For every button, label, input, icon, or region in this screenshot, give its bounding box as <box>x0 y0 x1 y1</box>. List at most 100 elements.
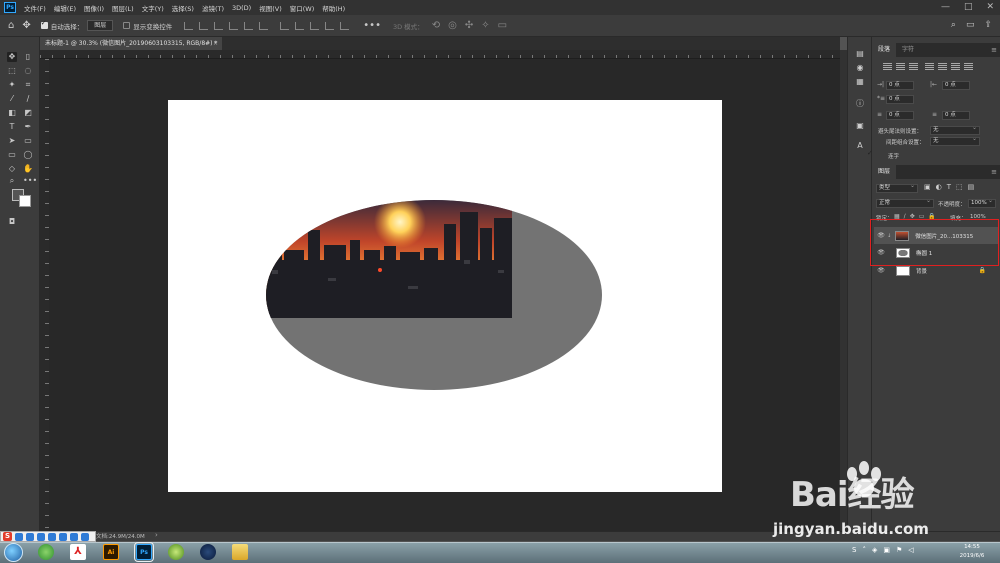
crop-tool-icon[interactable]: ⌗ <box>23 80 33 90</box>
menu-view[interactable]: 视图(V) <box>259 3 282 13</box>
menu-image[interactable]: 图像(I) <box>84 3 104 13</box>
indent-left-field[interactable]: 0 点 <box>886 81 914 90</box>
ime-mic-icon[interactable] <box>37 532 45 541</box>
tray-flag-icon[interactable]: ⚑ <box>896 546 902 554</box>
eraser-tool-icon[interactable]: ◧ <box>7 108 17 118</box>
visibility-eye-icon[interactable]: 👁 <box>876 267 886 274</box>
eyedropper-tool-icon[interactable]: ⁄ <box>7 94 17 104</box>
align-center-text-icon[interactable] <box>896 63 905 71</box>
rectangle-tool-icon[interactable]: ▭ <box>23 136 33 146</box>
quick-mask-icon[interactable]: ◘ <box>7 217 17 227</box>
3d-scale-icon[interactable]: ▭ <box>498 20 507 31</box>
align-right-text-icon[interactable] <box>909 63 918 71</box>
tab-character[interactable]: 字符 <box>896 43 920 57</box>
3d-roll-icon[interactable]: ◎ <box>448 20 457 31</box>
tab-paragraph[interactable]: 段落 <box>872 43 897 57</box>
file-explorer-app-icon[interactable] <box>232 544 248 560</box>
hand-tool-icon[interactable]: ✋ <box>23 164 33 174</box>
color-panel-icon[interactable]: ◉ <box>855 63 865 73</box>
tray-chevron-icon[interactable]: ˄ <box>862 546 866 554</box>
menu-file[interactable]: 文件(F) <box>24 3 46 13</box>
show-transform-checkbox[interactable] <box>123 22 131 29</box>
move-tool-icon[interactable]: ✥ <box>22 20 30 31</box>
type-tool-icon[interactable]: T <box>7 122 17 132</box>
close-tab-icon[interactable]: × <box>213 37 218 50</box>
taskbar-clock[interactable]: 14:55 2019/6/6 <box>952 543 992 561</box>
pen-tool-icon[interactable]: ✒ <box>23 122 33 132</box>
align-bottom-icon[interactable] <box>214 21 224 30</box>
3d-drag-icon[interactable]: ✣ <box>465 20 473 31</box>
distribute-left-icon[interactable] <box>325 21 335 30</box>
more-options-icon[interactable]: ••• <box>363 20 381 31</box>
gradient-tool-icon[interactable]: ◩ <box>23 108 33 118</box>
ime-tools-icon[interactable] <box>81 532 89 541</box>
tray-sogou-icon[interactable]: S <box>852 546 856 554</box>
dark-app-icon[interactable] <box>200 544 216 560</box>
menu-filter[interactable]: 滤镜(T) <box>202 3 224 13</box>
pdf-reader-app-icon[interactable]: ⅄ <box>70 544 86 560</box>
background-color-swatch[interactable] <box>19 195 31 207</box>
distribute-top-icon[interactable] <box>280 21 290 30</box>
blend-mode-select[interactable]: 正常 <box>876 197 934 208</box>
ime-punct-icon[interactable] <box>26 532 34 541</box>
align-top-icon[interactable] <box>184 21 194 30</box>
swatches-panel-icon[interactable]: ▦ <box>855 77 865 87</box>
ime-user-icon[interactable] <box>59 532 67 541</box>
minimize-button[interactable]: — <box>941 2 950 12</box>
hyphen-rule-select[interactable]: 无 <box>930 124 980 135</box>
zoom-tool-icon[interactable]: ⌕ <box>7 176 17 186</box>
tray-network-icon[interactable]: ▣ <box>883 546 890 554</box>
shape-tool-icon[interactable]: ▭ <box>7 150 17 160</box>
align-left-icon[interactable] <box>229 21 239 30</box>
ime-skin-icon[interactable] <box>70 532 78 541</box>
filter-pixel-icon[interactable]: ▣ <box>924 183 931 191</box>
align-vcenter-icon[interactable] <box>199 21 209 30</box>
path-select-tool-icon[interactable]: ➤ <box>7 136 17 146</box>
vertical-ruler[interactable] <box>40 59 49 531</box>
marquee-tool-icon[interactable]: ⬚ <box>7 66 17 76</box>
history-panel-icon[interactable]: ▤ <box>855 49 865 59</box>
layer-filter-select[interactable]: 类型 <box>876 182 918 193</box>
menu-type[interactable]: 文字(Y) <box>142 3 164 13</box>
distribute-vcenter-icon[interactable] <box>295 21 305 30</box>
3d-orbit-icon[interactable]: ⟲ <box>432 20 440 31</box>
info-panel-icon[interactable]: ⓘ <box>855 99 865 109</box>
ime-keyboard-icon[interactable] <box>48 532 56 541</box>
layers-panel-menu-icon[interactable]: ≡ <box>991 165 997 179</box>
justify-right-icon[interactable] <box>951 63 960 71</box>
illustrator-app-icon[interactable]: Ai <box>103 544 119 560</box>
filter-type-icon[interactable]: T <box>947 183 951 191</box>
menu-3d[interactable]: 3D(D) <box>232 4 251 12</box>
space-after-field[interactable]: 0 点 <box>942 111 970 120</box>
3d-slide-icon[interactable]: ✧ <box>481 20 489 31</box>
photoshop-logo-icon[interactable]: Ps <box>4 2 16 13</box>
move-tool-icon[interactable]: ✥ <box>7 52 17 62</box>
menu-help[interactable]: 帮助(H) <box>322 3 345 13</box>
document-tab[interactable]: 未标题-1 @ 30.3% (微信图片_20190603103315, RGB/… <box>40 37 222 50</box>
space-before-field[interactable]: 0 点 <box>886 111 914 120</box>
auto-select-checkbox[interactable] <box>40 19 48 29</box>
lasso-tool-icon[interactable]: ◌ <box>23 66 33 76</box>
home-icon[interactable]: ⌂ <box>8 20 14 31</box>
start-button-icon[interactable] <box>4 543 23 562</box>
tray-volume-icon[interactable]: ◁ <box>908 546 913 554</box>
ime-moon-icon[interactable] <box>15 532 23 541</box>
menu-edit[interactable]: 编辑(E) <box>54 3 76 13</box>
ellipse-tool-icon[interactable]: ◯ <box>23 150 33 160</box>
align-left-text-icon[interactable] <box>883 63 892 71</box>
input-method-bar[interactable]: S <box>0 531 96 542</box>
justify-center-icon[interactable] <box>938 63 947 71</box>
paragraph-panel-menu-icon[interactable]: ≡ <box>991 43 997 57</box>
leaf-app-icon[interactable] <box>168 544 184 560</box>
tab-layers[interactable]: 图层 <box>872 165 897 179</box>
browser-app-icon[interactable] <box>38 544 54 560</box>
3d-tool-icon[interactable]: ◇ <box>7 164 17 174</box>
justify-left-icon[interactable] <box>925 63 934 71</box>
indent-right-field[interactable]: 0 点 <box>942 81 970 90</box>
align-hcenter-icon[interactable] <box>244 21 254 30</box>
tray-shield-icon[interactable]: ◈ <box>872 546 877 554</box>
workspace-icon[interactable]: ▭ <box>966 20 975 30</box>
filter-adjust-icon[interactable]: ◐ <box>936 183 942 191</box>
auto-select-dropdown[interactable]: 图层 <box>87 20 114 31</box>
horizontal-ruler[interactable] <box>40 50 840 59</box>
